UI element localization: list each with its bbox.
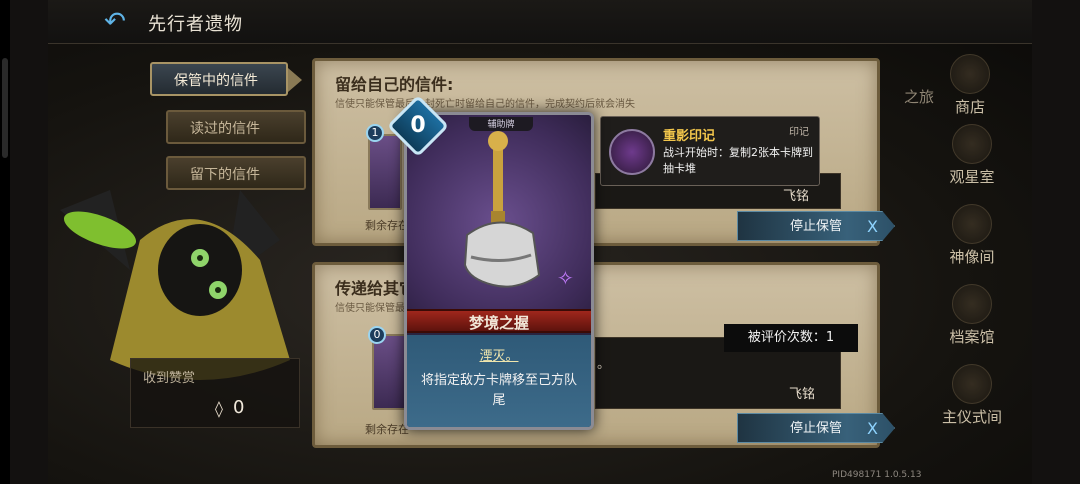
archive-icon [952,284,992,324]
panel-title: 传递给其它 [335,279,416,298]
close-icon: X [867,217,878,236]
reward-label: 收到赞赏 [143,371,196,386]
nav-partial-label: 之旅 [904,88,935,106]
statue-icon [952,204,992,244]
stop-button-label: 停止保管 [790,421,843,436]
svg-text:✧: ✧ [557,266,574,290]
device-edge [0,0,10,484]
card-cost-badge: 0 [368,326,386,344]
reward-value: 0 [233,397,245,418]
back-arrow-icon[interactable]: ↶ [100,8,130,36]
mark-sigil-icon [609,129,655,175]
feather-diamond-icon: ◊ [215,399,223,418]
nav-ritual-hall[interactable]: 主仪式间 [932,364,1012,427]
right-background-strip [1032,0,1080,484]
game-screen: ↶ 先行者遗物 保管中的信件 读过的信件 留下的信件 留给自己的信件: 信使只能… [0,0,1080,484]
panel-subtitle: 信使只能保管最 [335,303,405,314]
left-background-strip [10,0,48,484]
tooltip-tag: 印记 [789,127,809,138]
nav-label: 主仪式间 [941,408,1002,426]
nav-observatory[interactable]: 观星室 [932,124,1012,187]
card-type-label: 辅助牌 [469,117,533,131]
stop-keeping-button[interactable]: 停止保管 X [737,211,895,241]
tooltip-title: 重影印记 [663,129,716,144]
nav-idol-room[interactable]: 神像间 [932,204,1012,267]
card-name: 梦境之握 [407,309,591,333]
nav-label: 神像间 [949,248,995,266]
remaining-label: 剩余存在 [365,219,409,232]
remaining-label: 剩余存在 [365,423,409,436]
card-keyword[interactable]: 湮灭。 [407,345,591,364]
ritual-icon [952,364,992,404]
letter-snippet: 。 [597,357,611,372]
close-icon: X [867,419,878,438]
telescope-icon [952,124,992,164]
nav-label: 观星室 [949,168,995,186]
card-effect-text: 将指定敌方卡牌移至己方队尾 [420,373,577,408]
tab-stored-letters[interactable]: 保管中的信件 [150,62,302,96]
shop-icon [950,54,990,94]
device-side-button [2,58,8,158]
reward-box: 收到赞赏 ◊ 0 [130,358,300,428]
mark-tooltip: 重影印记 印记 战斗开始时：复制2张本卡牌到抽卡堆 [600,116,820,186]
stop-keeping-button[interactable]: 停止保管 X [737,413,895,443]
rating-count-badge: 被评价次数：1 [724,324,858,352]
top-bar: ↶ 先行者遗物 [48,0,1032,44]
panel-subtitle: 信使只能保管最后一封死亡时留给自己的信件，完成契约后就会消失 [335,99,635,110]
card-description: 湮灭。 将指定敌方卡牌移至己方队尾 [407,335,591,427]
nav-label: 商店 [954,98,985,116]
card-cost: 0 [410,113,426,138]
stop-button-label: 停止保管 [790,219,843,234]
signer-name: 飞铭 [789,387,816,402]
version-footer: PID498171 1.0.5.13 [832,470,922,480]
card-cost-badge: 1 [366,124,384,142]
signer-name: 飞铭 [783,189,810,204]
nav-archive[interactable]: 档案馆 [932,284,1012,347]
nav-shop[interactable]: 之旅 商店 [904,54,1010,117]
page-title: 先行者遗物 [148,14,243,35]
nav-label: 档案馆 [949,328,995,346]
tab-read-letters[interactable]: 读过的信件 [166,110,306,144]
card-detail[interactable]: ✧ 辅助牌 梦境之握 湮灭。 将指定敌方卡牌移至己方队尾 [404,112,594,430]
tab-left-letters[interactable]: 留下的信件 [166,156,306,190]
tooltip-text: 战斗开始时：复制2张本卡牌到抽卡堆 [663,146,813,175]
panel-title: 留给自己的信件: [335,75,454,94]
letter-card-thumbnail[interactable] [372,334,406,410]
